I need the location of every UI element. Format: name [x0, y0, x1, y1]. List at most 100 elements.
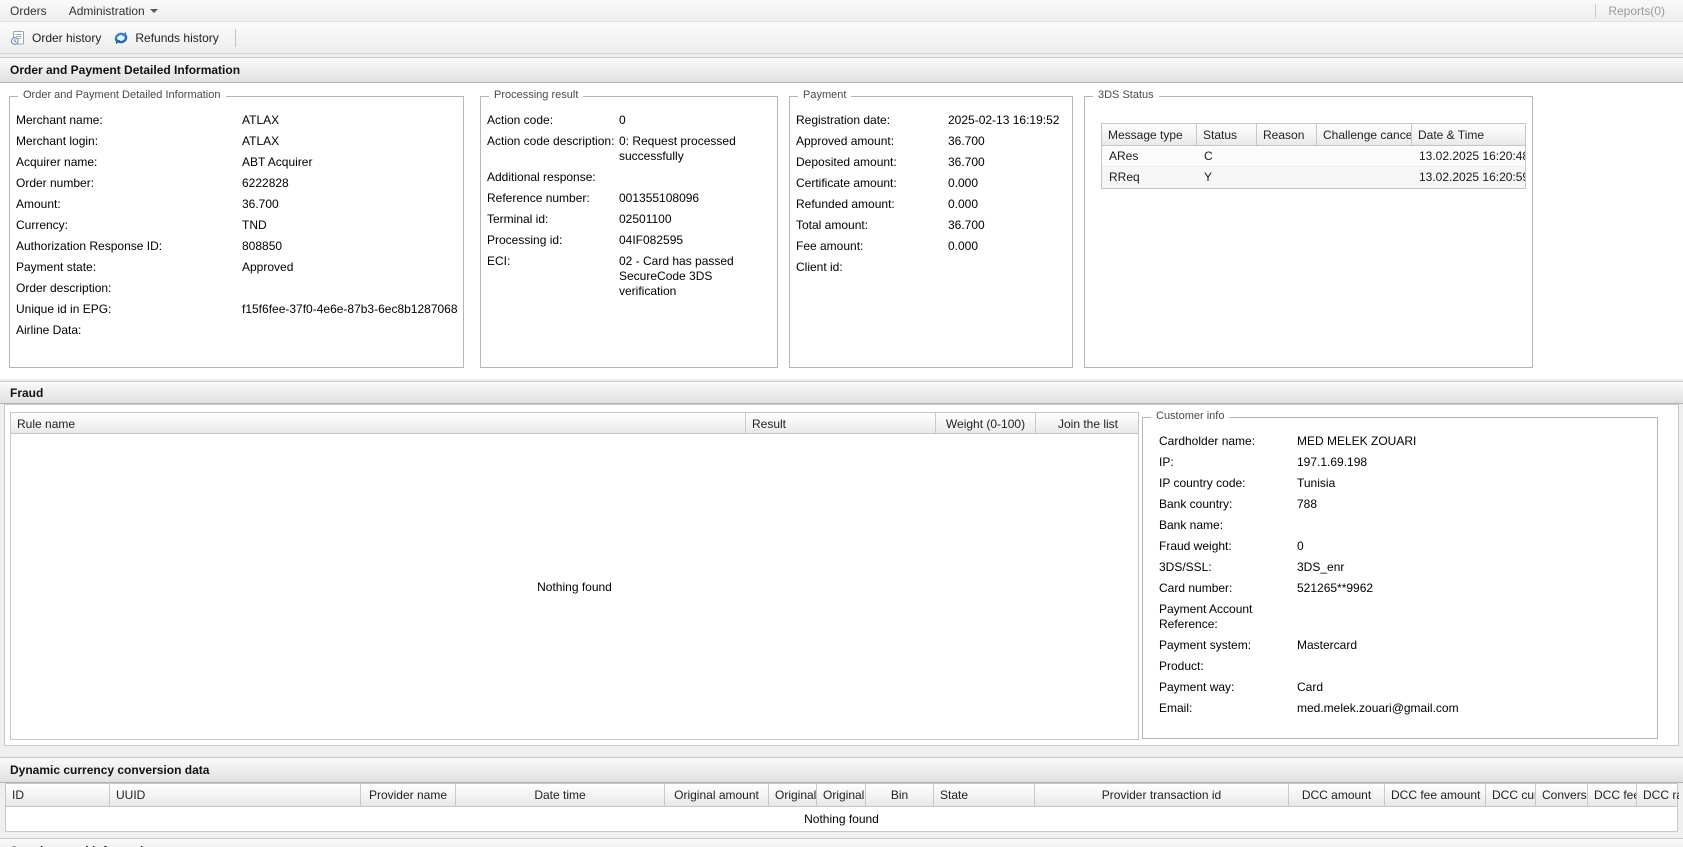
- toolbar-button-label: Refunds history: [135, 30, 219, 45]
- column-header[interactable]: Join the list: [1036, 413, 1140, 433]
- column-header[interactable]: DCC fee: [1588, 784, 1637, 806]
- column-header[interactable]: State: [934, 784, 1035, 806]
- fraud-panel: Rule name Result Weight (0-100) Join the…: [4, 404, 1679, 746]
- column-header[interactable]: Message type: [1102, 124, 1197, 145]
- fraud-empty-text: Nothing found: [537, 579, 612, 594]
- column-header[interactable]: Original amount: [665, 784, 769, 806]
- column-header[interactable]: Date & Time: [1412, 124, 1525, 145]
- column-header[interactable]: DCC curr: [1486, 784, 1536, 806]
- column-header[interactable]: DCC fee amount: [1385, 784, 1486, 806]
- table-row[interactable]: RReq Y 13.02.2025 16:20:59: [1102, 167, 1525, 188]
- field-label: 3DS/SSL:: [1159, 560, 1212, 574]
- refunds-history-button[interactable]: Refunds history: [109, 27, 226, 49]
- field-row: Terminal id: 02501100: [487, 212, 769, 227]
- column-header[interactable]: DCC rat: [1637, 784, 1679, 806]
- field-value: 36.700: [242, 197, 279, 211]
- menu-item-orders[interactable]: Orders: [10, 2, 55, 20]
- column-header[interactable]: Weight (0-100): [936, 413, 1036, 433]
- details-panel: Order and Payment Detailed Information M…: [0, 83, 1683, 379]
- order-info-fields: Merchant name: ATLAX Merchant login: ATL…: [16, 113, 458, 338]
- field-value: 0.000: [948, 176, 979, 190]
- order-history-button[interactable]: Order history: [6, 27, 109, 49]
- field-row: Product:: [1159, 659, 1649, 674]
- field-label: Cardholder name:: [1159, 434, 1256, 448]
- field-row: Total amount: 36.700: [796, 218, 1064, 233]
- cell-status: C: [1204, 149, 1213, 163]
- cell-message-type: RReq: [1109, 170, 1140, 184]
- field-label: Unique id in EPG:: [16, 302, 112, 316]
- column-header[interactable]: Rule name: [11, 413, 746, 433]
- reports-button[interactable]: Reports(0): [1608, 4, 1673, 18]
- payment-fields: Registration date: 2025-02-13 16:19:52 A…: [796, 113, 1064, 275]
- column-header[interactable]: Reason: [1257, 124, 1317, 145]
- column-header[interactable]: Status: [1197, 124, 1257, 145]
- field-row: Order number: 6222828: [16, 176, 455, 191]
- field-label: Bank country:: [1159, 497, 1233, 511]
- fraud-table-header: Rule name Result Weight (0-100) Join the…: [10, 412, 1139, 434]
- field-row: Merchant login: ATLAX: [16, 134, 455, 149]
- column-header[interactable]: Date time: [456, 784, 665, 806]
- cell-date-time: 13.02.2025 16:20:59: [1419, 170, 1525, 184]
- column-header[interactable]: DCC amount: [1289, 784, 1385, 806]
- dcc-table-header-wrap: ID UUID Provider name Date time Original…: [5, 783, 1679, 807]
- column-header[interactable]: ID: [6, 784, 110, 806]
- field-label: Merchant login:: [16, 134, 99, 148]
- field-row: IP country code: Tunisia: [1159, 476, 1649, 491]
- fieldset-legend: 3DS Status: [1093, 89, 1159, 101]
- customer-info-fieldset: Customer info Cardholder name: MED MELEK…: [1142, 410, 1658, 739]
- dcc-table-body: Nothing found: [5, 807, 1678, 832]
- menubar: Orders Administration Reports(0): [0, 0, 1683, 22]
- field-value: 04IF082595: [619, 233, 684, 247]
- field-row: Bank name:: [1159, 518, 1649, 533]
- field-value: 0: Request processed successfully: [619, 134, 736, 163]
- field-row: Certificate amount: 0.000: [796, 176, 1064, 191]
- field-label: Email:: [1159, 701, 1193, 715]
- column-header[interactable]: Conversi: [1536, 784, 1588, 806]
- field-row: Email: med.melek.zouari@gmail.com: [1159, 701, 1649, 716]
- field-value: 788: [1297, 497, 1318, 511]
- field-value: 001355108096: [619, 191, 700, 205]
- field-label: Total amount:: [796, 218, 869, 232]
- column-header[interactable]: Provider transaction id: [1035, 784, 1289, 806]
- field-label: IP country code:: [1159, 476, 1246, 490]
- field-row: Client id:: [796, 260, 1064, 275]
- field-label: Merchant name:: [16, 113, 103, 127]
- field-value: 36.700: [948, 155, 985, 169]
- field-row: Unique id in EPG: f15f6fee-37f0-4e6e-87b…: [16, 302, 458, 317]
- menu-item-administration[interactable]: Administration: [69, 2, 166, 20]
- field-label: Payment way:: [1159, 680, 1235, 694]
- column-header[interactable]: Original f: [769, 784, 817, 806]
- column-header[interactable]: Result: [746, 413, 936, 433]
- field-value: Card: [1297, 680, 1324, 694]
- column-header[interactable]: Challenge cancel: [1317, 124, 1412, 145]
- column-header[interactable]: Bin: [866, 784, 934, 806]
- column-header[interactable]: Provider name: [361, 784, 456, 806]
- field-value: 0.000: [948, 239, 979, 253]
- field-value: TND: [242, 218, 267, 232]
- cell-date-time: 13.02.2025 16:20:48: [1419, 149, 1525, 163]
- table-row[interactable]: ARes C 13.02.2025 16:20:48: [1102, 146, 1525, 167]
- field-value: 02501100: [619, 212, 672, 226]
- field-value: MED MELEK ZOUARI: [1297, 434, 1417, 448]
- column-header[interactable]: UUID: [110, 784, 361, 806]
- dcc-table-header: ID UUID Provider name Date time Original…: [5, 783, 1679, 807]
- field-label: Currency:: [16, 218, 69, 232]
- field-value: 3DS_enr: [1297, 560, 1345, 574]
- order-info-fieldset: Order and Payment Detailed Information M…: [9, 89, 464, 368]
- field-label: Action code description:: [487, 134, 615, 148]
- threeds-table-header: Message type Status Reason Challenge can…: [1101, 123, 1526, 146]
- column-header[interactable]: Original c: [817, 784, 866, 806]
- threeds-table: Message type Status Reason Challenge can…: [1101, 123, 1526, 189]
- field-row: IP: 197.1.69.198: [1159, 455, 1649, 470]
- menu-item-label: Administration: [68, 3, 145, 18]
- field-label: Approved amount:: [796, 134, 895, 148]
- field-label: Airline Data:: [16, 323, 82, 337]
- field-label: Product:: [1159, 659, 1204, 673]
- field-label: Processing id:: [487, 233, 563, 247]
- field-value: 0.000: [948, 197, 979, 211]
- field-label: Payment system:: [1159, 638, 1252, 652]
- field-value: 0: [619, 113, 626, 127]
- field-label: Action code:: [487, 113, 554, 127]
- dcc-section-title: Dynamic currency conversion data: [10, 763, 210, 777]
- field-row: Order description:: [16, 281, 455, 296]
